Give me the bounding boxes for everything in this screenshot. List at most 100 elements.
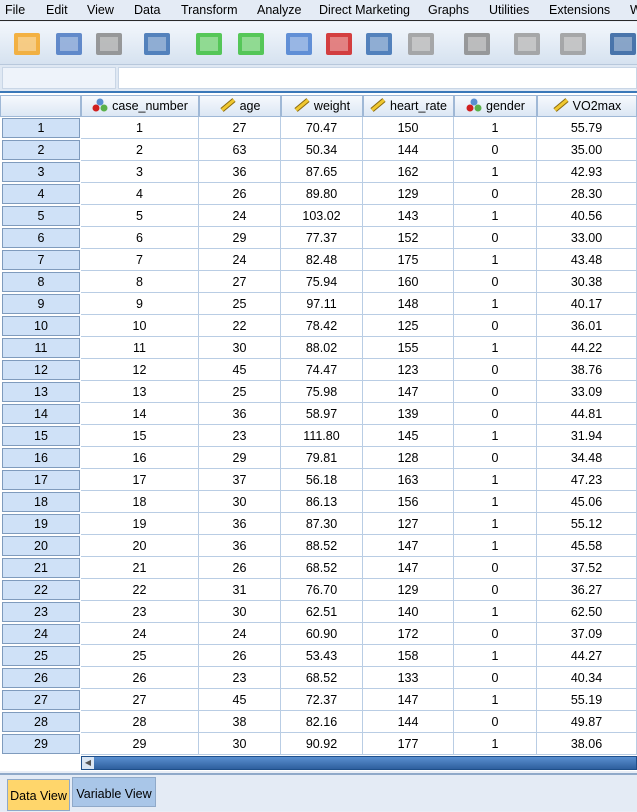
data-cell[interactable]: 47.23 [537,469,637,491]
data-cell[interactable]: 16 [81,447,199,469]
data-cell[interactable]: 82.48 [281,249,363,271]
data-cell[interactable]: 129 [363,579,454,601]
find-icon[interactable] [460,27,494,61]
data-cell[interactable]: 10 [81,315,199,337]
data-cell[interactable]: 30 [199,733,281,755]
data-cell[interactable]: 0 [454,711,537,733]
data-cell[interactable]: 1 [454,513,537,535]
data-cell[interactable]: 25 [199,293,281,315]
row-header[interactable]: 1 [2,118,80,138]
data-cell[interactable]: 44.27 [537,645,637,667]
data-cell[interactable]: 33.09 [537,381,637,403]
data-cell[interactable]: 150 [363,117,454,139]
data-cell[interactable]: 8 [81,271,199,293]
row-header[interactable]: 13 [2,382,80,402]
column-header-heart_rate[interactable]: heart_rate [363,95,454,117]
row-header[interactable]: 9 [2,294,80,314]
row-header[interactable]: 6 [2,228,80,248]
data-cell[interactable]: 62.50 [537,601,637,623]
row-header[interactable]: 17 [2,470,80,490]
data-cell[interactable]: 172 [363,623,454,645]
row-header[interactable]: 15 [2,426,80,446]
data-cell[interactable]: 30.38 [537,271,637,293]
data-cell[interactable]: 0 [454,227,537,249]
data-cell[interactable]: 163 [363,469,454,491]
row-header[interactable]: 5 [2,206,80,226]
row-header[interactable]: 21 [2,558,80,578]
data-cell[interactable]: 31 [199,579,281,601]
data-cell[interactable]: 55.19 [537,689,637,711]
data-cell[interactable]: 103.02 [281,205,363,227]
data-cell[interactable]: 25 [81,645,199,667]
menu-view[interactable]: View [87,3,114,17]
data-cell[interactable]: 29 [81,733,199,755]
insert-variable-icon[interactable] [556,27,590,61]
menu-w[interactable]: W [630,3,637,17]
row-header[interactable]: 4 [2,184,80,204]
data-cell[interactable]: 1 [454,491,537,513]
column-header-case_number[interactable]: case_number [81,95,199,117]
data-cell[interactable]: 44.81 [537,403,637,425]
data-cell[interactable]: 30 [199,337,281,359]
data-cell[interactable]: 68.52 [281,557,363,579]
data-cell[interactable]: 15 [81,425,199,447]
menu-graphs[interactable]: Graphs [428,3,469,17]
split-file-icon[interactable] [606,27,637,61]
data-cell[interactable]: 1 [454,337,537,359]
data-cell[interactable]: 87.65 [281,161,363,183]
data-cell[interactable]: 144 [363,139,454,161]
data-cell[interactable]: 20 [81,535,199,557]
data-cell[interactable]: 2 [81,139,199,161]
data-cell[interactable]: 1 [454,425,537,447]
data-cell[interactable]: 152 [363,227,454,249]
data-cell[interactable]: 1 [454,601,537,623]
data-cell[interactable]: 36 [199,161,281,183]
data-cell[interactable]: 1 [454,117,537,139]
row-header[interactable]: 14 [2,404,80,424]
data-cell[interactable]: 37 [199,469,281,491]
menu-extensions[interactable]: Extensions [549,3,610,17]
data-cell[interactable]: 90.92 [281,733,363,755]
row-header[interactable]: 2 [2,140,80,160]
data-cell[interactable]: 36 [199,403,281,425]
data-cell[interactable]: 1 [454,469,537,491]
row-header[interactable]: 24 [2,624,80,644]
data-cell[interactable]: 58.97 [281,403,363,425]
data-cell[interactable]: 27 [199,271,281,293]
data-cell[interactable]: 97.11 [281,293,363,315]
data-cell[interactable]: 1 [454,293,537,315]
data-cell[interactable]: 129 [363,183,454,205]
data-cell[interactable]: 19 [81,513,199,535]
data-cell[interactable]: 127 [363,513,454,535]
data-cell[interactable]: 89.80 [281,183,363,205]
menu-direct-marketing[interactable]: Direct Marketing [319,3,410,17]
row-header[interactable]: 7 [2,250,80,270]
data-cell[interactable]: 55.79 [537,117,637,139]
row-header[interactable]: 11 [2,338,80,358]
data-cell[interactable]: 30 [199,601,281,623]
data-cell[interactable]: 31.94 [537,425,637,447]
data-cell[interactable]: 143 [363,205,454,227]
cell-value-field[interactable] [118,67,637,89]
data-cell[interactable]: 22 [199,315,281,337]
data-cell[interactable]: 147 [363,381,454,403]
data-cell[interactable]: 27 [199,117,281,139]
data-cell[interactable]: 175 [363,249,454,271]
data-cell[interactable]: 18 [81,491,199,513]
data-cell[interactable]: 37.09 [537,623,637,645]
data-cell[interactable]: 21 [81,557,199,579]
row-header[interactable]: 3 [2,162,80,182]
data-cell[interactable]: 0 [454,359,537,381]
data-cell[interactable]: 26 [81,667,199,689]
data-cell[interactable]: 13 [81,381,199,403]
data-cell[interactable]: 34.48 [537,447,637,469]
data-cell[interactable]: 26 [199,183,281,205]
data-cell[interactable]: 45 [199,359,281,381]
data-cell[interactable]: 62.51 [281,601,363,623]
data-cell[interactable]: 79.81 [281,447,363,469]
data-cell[interactable]: 0 [454,557,537,579]
cell-reference-field[interactable] [2,67,116,89]
data-cell[interactable]: 0 [454,381,537,403]
data-cell[interactable]: 50.34 [281,139,363,161]
data-cell[interactable]: 0 [454,139,537,161]
